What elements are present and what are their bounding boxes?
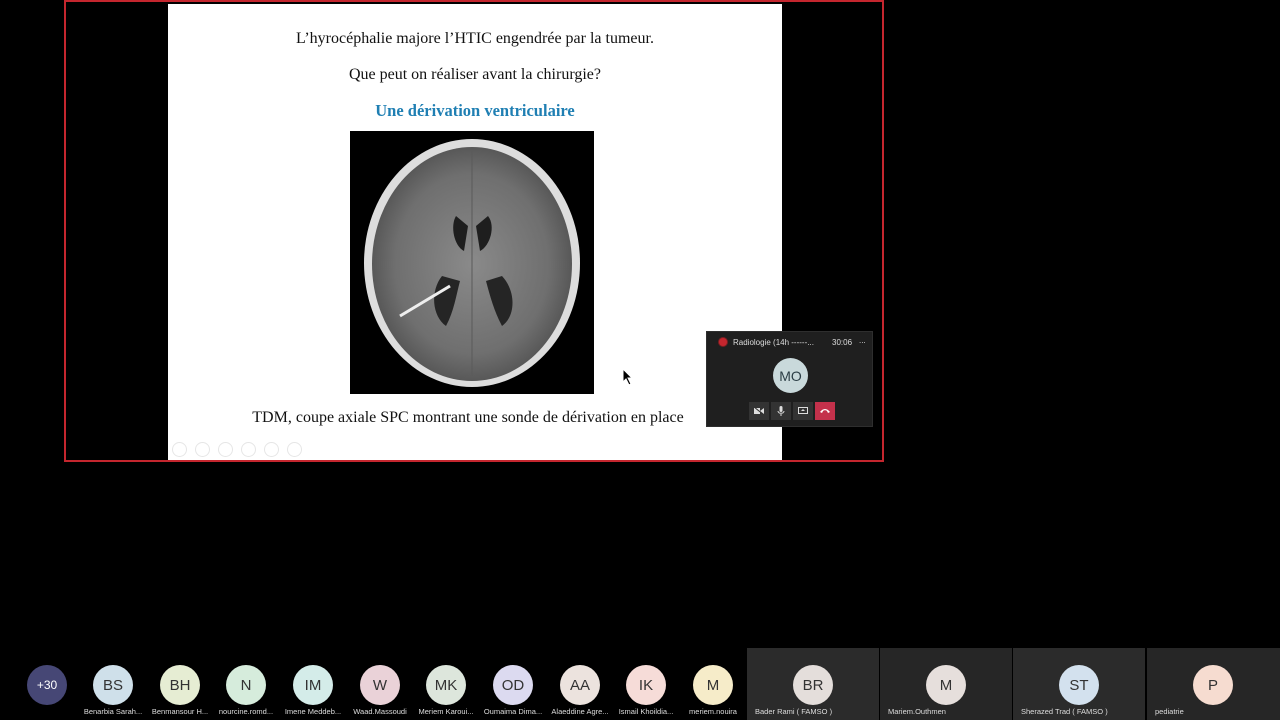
avatar: P bbox=[1193, 665, 1233, 705]
more-participants-button[interactable]: +30 bbox=[14, 648, 80, 720]
avatar: ST bbox=[1059, 665, 1099, 705]
more-options-button[interactable]: ... bbox=[859, 336, 866, 345]
next-slide-icon[interactable] bbox=[195, 442, 210, 457]
participant-name: Alaeddine Agre... bbox=[551, 707, 609, 716]
speaker-avatar: MO bbox=[773, 358, 808, 393]
avatar: BH bbox=[160, 665, 200, 705]
avatar: W bbox=[360, 665, 400, 705]
avatar: BR bbox=[793, 665, 833, 705]
participant-name: Benmansour H... bbox=[151, 707, 209, 716]
participant-tile[interactable]: P pediatrie bbox=[1147, 648, 1280, 720]
participant-name: Benarbia Sarah... bbox=[83, 707, 143, 716]
avatar: MK bbox=[426, 665, 466, 705]
participant-name: Mariem.Outhmen bbox=[888, 707, 946, 716]
participant-avatar[interactable]: IM Imene Meddeb... bbox=[280, 648, 346, 720]
hang-up-icon bbox=[820, 409, 830, 413]
avatar: IK bbox=[626, 665, 666, 705]
more-options-icon[interactable] bbox=[287, 442, 302, 457]
more-participants-count: +30 bbox=[27, 665, 67, 705]
ct-scan-image bbox=[350, 131, 594, 394]
participant-name: Ismail Khoildia... bbox=[618, 707, 674, 716]
participant-name: pediatrie bbox=[1155, 707, 1184, 716]
mini-call-window[interactable]: Radiologie (14h ------... 30:06 ... MO bbox=[706, 331, 873, 427]
mini-call-header: Radiologie (14h ------... 30:06 ... bbox=[707, 332, 872, 354]
hang-up-button[interactable] bbox=[815, 402, 835, 420]
pen-icon[interactable] bbox=[218, 442, 233, 457]
avatar: M bbox=[693, 665, 733, 705]
meeting-title: Radiologie (14h ------... bbox=[733, 338, 814, 347]
call-timer: 30:06 bbox=[832, 338, 853, 347]
participant-name: Bader Rami ( FAMSO ) bbox=[755, 707, 833, 716]
participant-avatar[interactable]: BS Benarbia Sarah... bbox=[80, 648, 146, 720]
participant-avatar[interactable]: MK Meriem Karoui... bbox=[413, 648, 479, 720]
participant-tile[interactable]: BR Bader Rami ( FAMSO ) bbox=[747, 648, 879, 720]
slides-grid-icon[interactable] bbox=[241, 442, 256, 457]
participant-name: Waad.Massoudi bbox=[353, 707, 407, 716]
camera-icon bbox=[754, 407, 764, 415]
share-screen-button[interactable] bbox=[793, 402, 813, 420]
participants-strip: +30 BS Benarbia Sarah... BH Benmansour H… bbox=[0, 648, 1280, 720]
participant-name: meriem.nouira bbox=[689, 707, 737, 716]
avatar: M bbox=[926, 665, 966, 705]
call-controls bbox=[749, 402, 835, 420]
participant-tile[interactable]: ST Sherazed Trad ( FAMSO ) bbox=[1013, 648, 1145, 720]
previous-slide-icon[interactable] bbox=[172, 442, 187, 457]
slide-toolbar bbox=[172, 442, 302, 457]
zoom-icon[interactable] bbox=[264, 442, 279, 457]
share-screen-icon bbox=[798, 407, 808, 414]
participant-avatar[interactable]: M meriem.nouira bbox=[680, 648, 746, 720]
participant-avatar[interactable]: OD Oumaima Dima... bbox=[480, 648, 546, 720]
recording-indicator-icon bbox=[719, 338, 727, 346]
participant-avatar[interactable]: IK Ismail Khoildia... bbox=[613, 648, 679, 720]
presentation-slide: L’hyrocéphalie majore l’HTIC engendrée p… bbox=[168, 4, 782, 460]
camera-button[interactable] bbox=[749, 402, 769, 420]
slide-line-1: L’hyrocéphalie majore l’HTIC engendrée p… bbox=[296, 30, 654, 47]
avatar: N bbox=[226, 665, 266, 705]
slide-caption: TDM, coupe axiale SPC montrant une sonde… bbox=[252, 409, 684, 426]
avatar: BS bbox=[93, 665, 133, 705]
participant-avatar[interactable]: BH Benmansour H... bbox=[147, 648, 213, 720]
participant-name: Meriem Karoui... bbox=[418, 707, 474, 716]
participant-name: Oumaima Dima... bbox=[483, 707, 543, 716]
participant-name: Imene Meddeb... bbox=[284, 707, 342, 716]
avatar: IM bbox=[293, 665, 333, 705]
participant-avatar[interactable]: AA Alaeddine Agre... bbox=[547, 648, 613, 720]
microphone-icon bbox=[777, 406, 785, 416]
slide-line-2: Que peut on réaliser avant la chirurgie? bbox=[348, 66, 602, 83]
participant-name: Sherazed Trad ( FAMSO ) bbox=[1021, 707, 1108, 716]
avatar: AA bbox=[560, 665, 600, 705]
participant-avatar[interactable]: W Waad.Massoudi bbox=[347, 648, 413, 720]
participant-tile[interactable]: M Mariem.Outhmen bbox=[880, 648, 1012, 720]
mouse-cursor-icon bbox=[622, 368, 634, 386]
participant-avatar[interactable]: N nourcine.romd... bbox=[213, 648, 279, 720]
participant-name: nourcine.romd... bbox=[218, 707, 274, 716]
microphone-button[interactable] bbox=[771, 402, 791, 420]
avatar: OD bbox=[493, 665, 533, 705]
slide-heading: Une dérivation ventriculaire bbox=[375, 101, 575, 120]
